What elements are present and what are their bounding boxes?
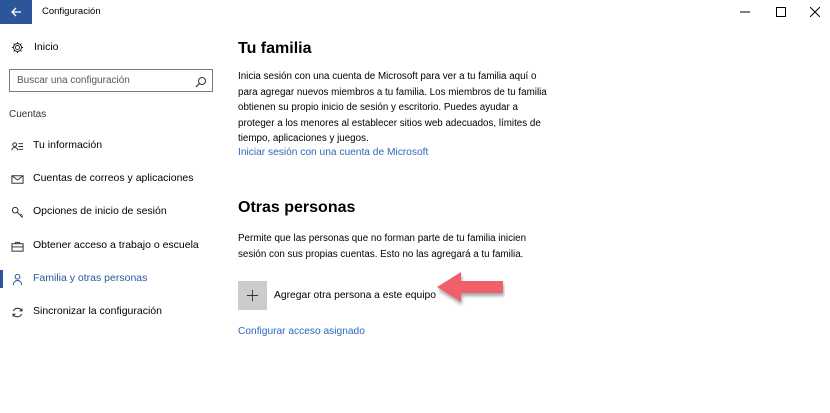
search-input[interactable]: [10, 70, 190, 91]
family-description: Inicia sesión con una cuenta de Microsof…: [238, 71, 547, 144]
sidebar-item-label: Opciones de inicio de sesión: [33, 205, 167, 217]
sidebar-item-cuentas-correo[interactable]: Cuentas de correos y aplicaciones: [0, 167, 225, 191]
sidebar-item-sincronizar[interactable]: Sincronizar la configuración: [0, 300, 225, 324]
sidebar-item-label: Tu información: [33, 139, 103, 151]
sidebar-item-label: Obtener acceso a trabajo o escuela: [33, 239, 199, 251]
sidebar-item-familia[interactable]: Familia y otras personas: [0, 267, 225, 291]
sidebar-item-label: Sincronizar la configuración: [33, 305, 162, 317]
assigned-access-link[interactable]: Configurar acceso asignado: [238, 326, 365, 337]
section-label: Cuentas: [9, 109, 47, 120]
maximize-button[interactable]: [764, 0, 798, 24]
add-person-button[interactable]: Agregar otra persona a este equipo: [238, 280, 436, 310]
close-button[interactable]: [798, 0, 830, 24]
search-icon[interactable]: [195, 75, 207, 88]
close-icon: [810, 7, 820, 17]
sidebar-item-opciones-inicio[interactable]: Opciones de inicio de sesión: [0, 200, 225, 224]
person-icon: [10, 272, 24, 286]
gear-icon: [10, 40, 24, 54]
home-link[interactable]: Inicio: [10, 40, 59, 54]
others-description: Permite que las personas que no forman p…: [238, 233, 527, 260]
red-arrow-icon: [437, 272, 503, 302]
sidebar-item-label: Cuentas de correos y aplicaciones: [33, 172, 194, 184]
microsoft-signin-link[interactable]: Iniciar sesión con una cuenta de Microso…: [238, 147, 428, 158]
sidebar-item-tu-informacion[interactable]: Tu información: [0, 134, 225, 158]
maximize-icon: [776, 7, 786, 17]
others-title: Otras personas: [238, 199, 356, 216]
sidebar: Inicio Cuentas Tu información Cuentas de…: [0, 24, 225, 413]
minimize-icon: [740, 11, 750, 13]
mail-icon: [10, 172, 24, 186]
window-title: Configuración: [42, 6, 101, 17]
person-card-icon: [10, 139, 24, 153]
sync-icon: [10, 305, 24, 319]
minimize-button[interactable]: [728, 0, 762, 24]
search-box[interactable]: [9, 69, 213, 92]
sidebar-item-trabajo-escuela[interactable]: Obtener acceso a trabajo o escuela: [0, 234, 225, 258]
briefcase-icon: [10, 239, 24, 253]
add-person-label: Agregar otra persona a este equipo: [274, 289, 437, 301]
back-button[interactable]: [0, 0, 32, 24]
arrow-left-icon: [11, 7, 21, 17]
key-icon: [10, 205, 24, 219]
plus-icon: [238, 280, 267, 310]
home-label: Inicio: [34, 41, 59, 53]
family-title: Tu familia: [238, 40, 312, 57]
selection-indicator: [0, 270, 3, 288]
title-bar: Configuración: [0, 0, 830, 24]
sidebar-item-label: Familia y otras personas: [33, 272, 148, 284]
